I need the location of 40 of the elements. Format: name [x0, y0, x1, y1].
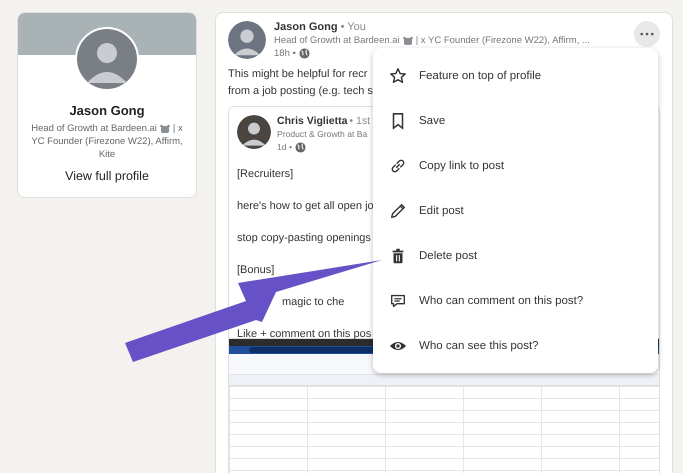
post-text: magic to che: [281, 295, 344, 310]
post-text: from a job posting (e.g. tech s: [228, 84, 373, 99]
author-name[interactable]: Chris Viglietta: [277, 115, 348, 128]
post-text: Like + comment on this pos: [237, 327, 372, 342]
profile-headline: YC Founder (Firezone W22), Affirm, Kite: [30, 135, 184, 161]
connection-label: • You: [340, 21, 366, 34]
bear-emoji-icon: [402, 36, 413, 46]
menu-item[interactable]: Edit post: [373, 188, 658, 233]
post-text: [Recruiters]: [237, 167, 294, 182]
bear-emoji-icon: [160, 124, 170, 134]
post-text: This might be helpful for recr: [228, 67, 368, 82]
avatar-icon[interactable]: [237, 115, 271, 149]
post-time: 18h •: [274, 47, 296, 60]
menu-item[interactable]: Who can comment on this post?: [373, 278, 658, 323]
menu-item[interactable]: Save: [373, 98, 658, 143]
globe-icon: [298, 48, 310, 59]
author-headline: Head of Growth at Bardeen.ai: [274, 34, 400, 47]
post-time: 1d •: [277, 141, 292, 154]
menu-item[interactable]: Feature on top of profile: [373, 53, 658, 98]
globe-icon: [294, 142, 306, 153]
author-headline: Product & Growth at Ba: [277, 128, 368, 141]
menu-item[interactable]: Delete post: [373, 233, 658, 278]
view-profile-link[interactable]: View full profile: [61, 167, 153, 185]
post-text: here's how to get all open jo: [237, 199, 374, 214]
post-text: stop copy-pasting openings: [237, 231, 371, 246]
profile-name[interactable]: Jason Gong: [69, 103, 145, 118]
connection-label: • 1st: [349, 115, 370, 128]
more-options-button[interactable]: [634, 21, 660, 47]
pencil-icon: [389, 202, 407, 220]
ellipsis-icon: [640, 32, 654, 36]
profile-headline: | x: [172, 122, 183, 135]
profile-headline: Head of Growth at Bardeen.ai: [31, 122, 157, 135]
menu-item[interactable]: Who can see this post?: [373, 323, 658, 368]
author-headline: | x YC Founder (Firezone W22), Affirm, ...: [416, 34, 590, 47]
avatar-icon[interactable]: [228, 21, 266, 59]
link-icon: [389, 156, 407, 174]
menu-item[interactable]: Copy link to post: [373, 143, 658, 188]
post-text: [Bonus]: [237, 263, 274, 278]
star-icon: [389, 66, 407, 84]
author-name[interactable]: Jason Gong: [274, 21, 338, 34]
